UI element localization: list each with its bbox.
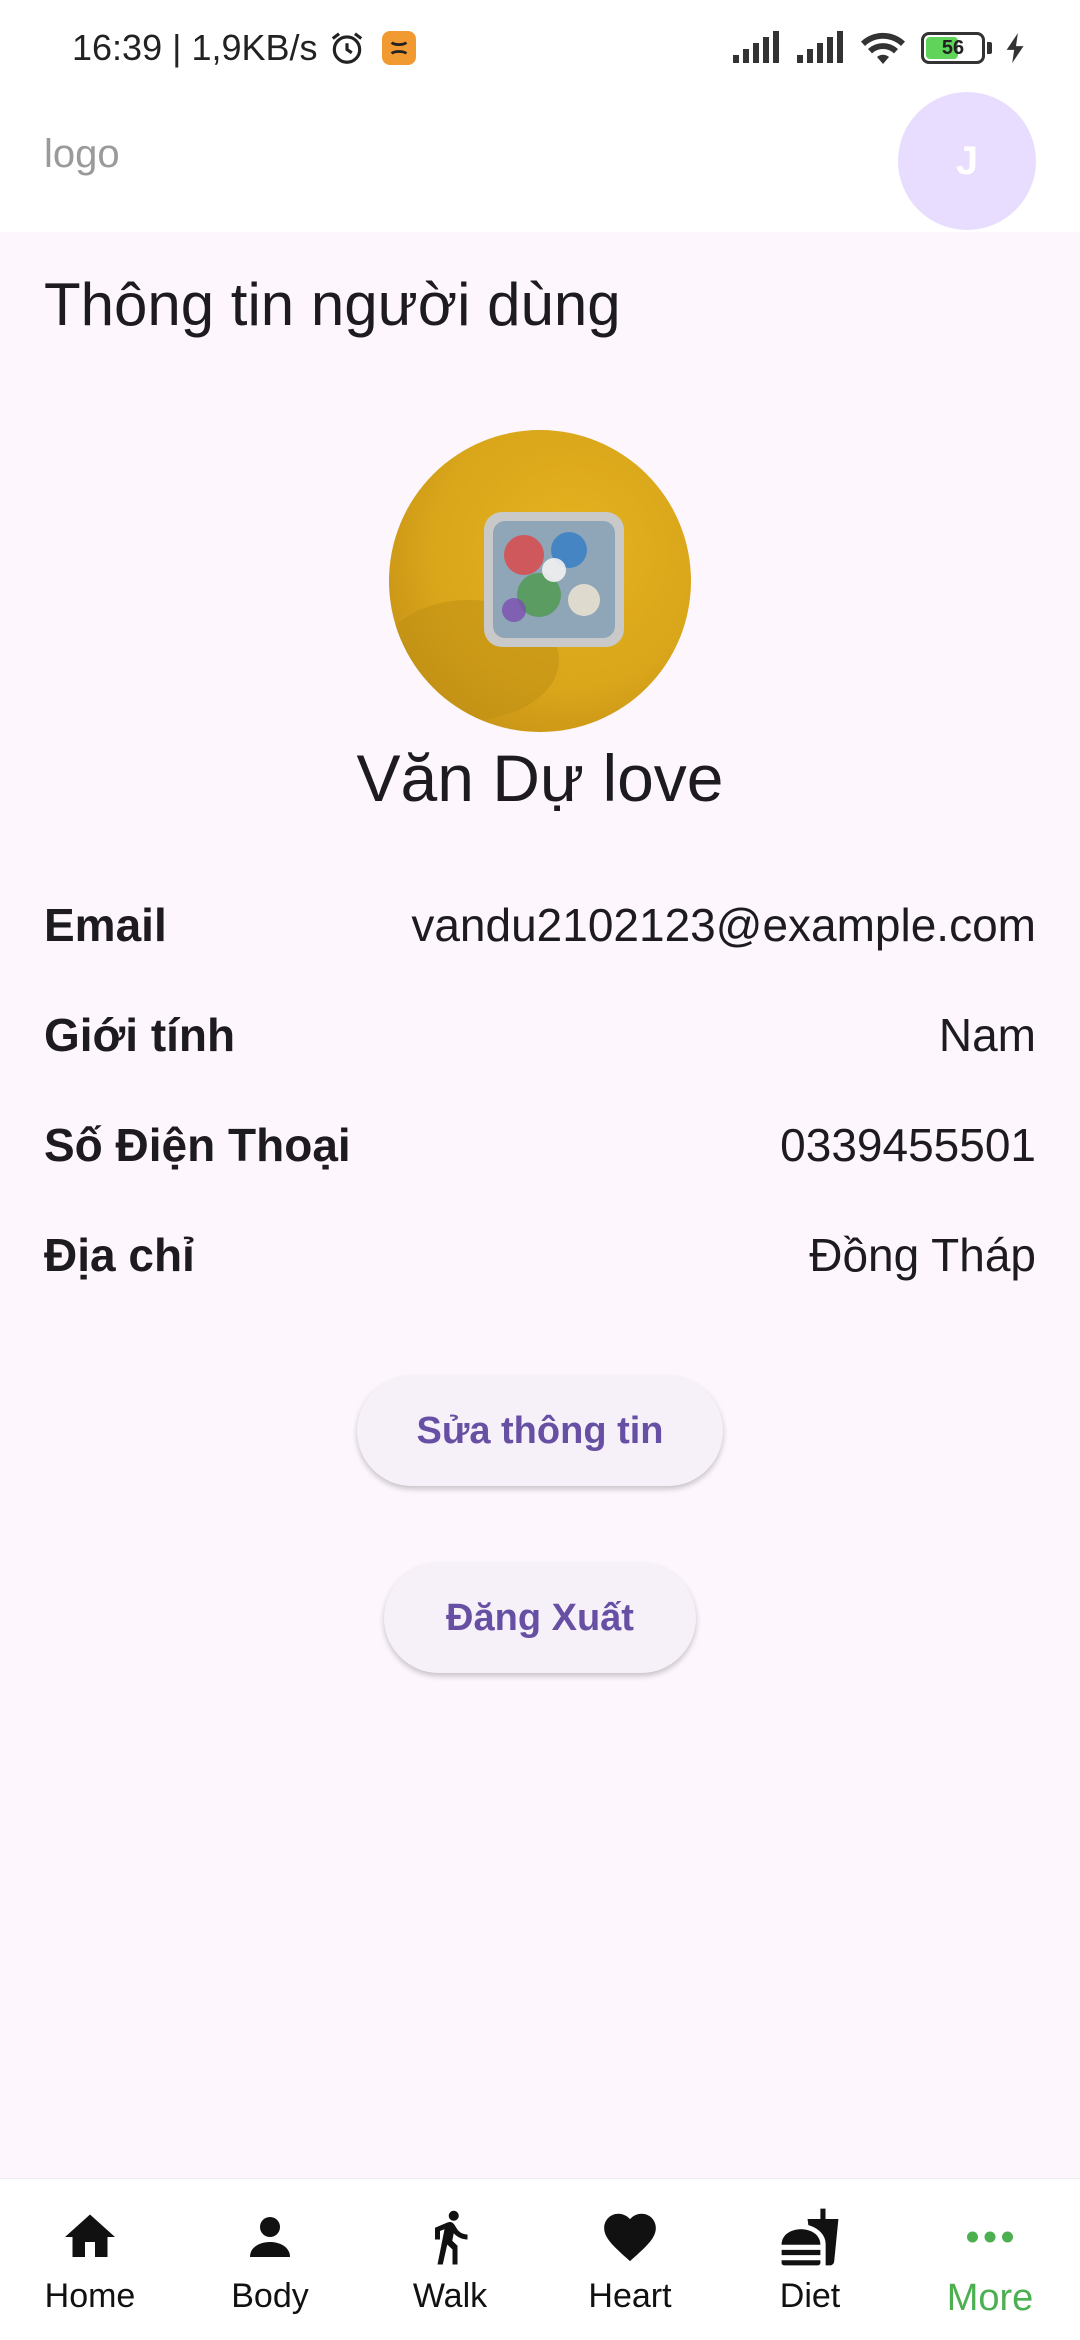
user-name: Văn Dự love: [356, 741, 724, 815]
nav-item-diet[interactable]: Diet: [720, 2205, 900, 2325]
info-value: Nam: [938, 1009, 1036, 1061]
info-value: 0339455501: [780, 1119, 1036, 1171]
info-value: Đồng Tháp: [809, 1229, 1036, 1281]
nav-label: Home: [44, 2277, 136, 2315]
wifi-icon: [861, 32, 905, 64]
logout-button[interactable]: Đăng Xuất: [384, 1563, 696, 1673]
status-right: 56: [731, 26, 1026, 70]
home-icon: [58, 2205, 122, 2269]
signal-icon: [797, 31, 843, 63]
nav-label: Walk: [412, 2277, 488, 2315]
battery-tip: [987, 42, 992, 54]
profile-photo: [389, 430, 691, 732]
logo: logo: [44, 132, 120, 176]
heart-icon: [598, 2205, 662, 2269]
nav-label: More: [946, 2277, 1034, 2319]
avatar-initial: J: [955, 138, 979, 183]
nav-item-home[interactable]: Home: [0, 2205, 180, 2325]
info-label: Địa chỉ: [44, 1229, 195, 1281]
more-icon: [958, 2205, 1022, 2269]
info-row-address: Địa chỉ Đồng Tháp: [44, 1220, 1036, 1290]
charging-icon: [1006, 33, 1024, 63]
fastfood-icon: [778, 2205, 842, 2269]
signal-icon: [733, 31, 779, 63]
profile-photo-image: [389, 512, 624, 720]
person-icon: [238, 2205, 302, 2269]
info-row-email: Email vandu2102123@example.com: [44, 890, 1036, 960]
info-value: vandu2102123@example.com: [411, 899, 1036, 951]
nav-label: Diet: [779, 2277, 841, 2315]
user-avatar-button[interactable]: J: [898, 92, 1036, 230]
status-left: 16:39 | 1,9KB/s: [72, 22, 416, 74]
edit-profile-button[interactable]: Sửa thông tin: [357, 1376, 723, 1486]
info-row-gender: Giới tính Nam: [44, 1000, 1036, 1070]
status-time-speed: 16:39 | 1,9KB/s: [72, 27, 318, 68]
nav-label: Heart: [588, 2277, 672, 2315]
info-row-phone: Số Điện Thoại 0339455501: [44, 1110, 1036, 1180]
battery-icon: 56: [921, 32, 985, 64]
page-title: Thông tin người dùng: [44, 271, 621, 338]
nav-item-more[interactable]: More: [900, 2205, 1080, 2325]
edit-profile-label: Sửa thông tin: [416, 1409, 664, 1452]
notification-app-icon: [381, 31, 416, 65]
bottom-nav: Home Body Walk Heart Diet More: [0, 2178, 1080, 2340]
nav-label: Body: [231, 2277, 309, 2315]
nav-item-body[interactable]: Body: [180, 2205, 360, 2325]
app-header: logo J: [0, 92, 1080, 232]
battery-level: 56: [941, 36, 965, 59]
nav-item-heart[interactable]: Heart: [540, 2205, 720, 2325]
alarm-icon: [331, 32, 362, 64]
logout-label: Đăng Xuất: [446, 1596, 634, 1639]
info-label: Email: [44, 899, 167, 951]
walk-icon: [418, 2205, 482, 2269]
info-label: Số Điện Thoại: [44, 1119, 351, 1171]
nav-item-walk[interactable]: Walk: [360, 2205, 540, 2325]
info-label: Giới tính: [44, 1009, 236, 1061]
status-bar: 16:39 | 1,9KB/s 56: [0, 0, 1080, 92]
